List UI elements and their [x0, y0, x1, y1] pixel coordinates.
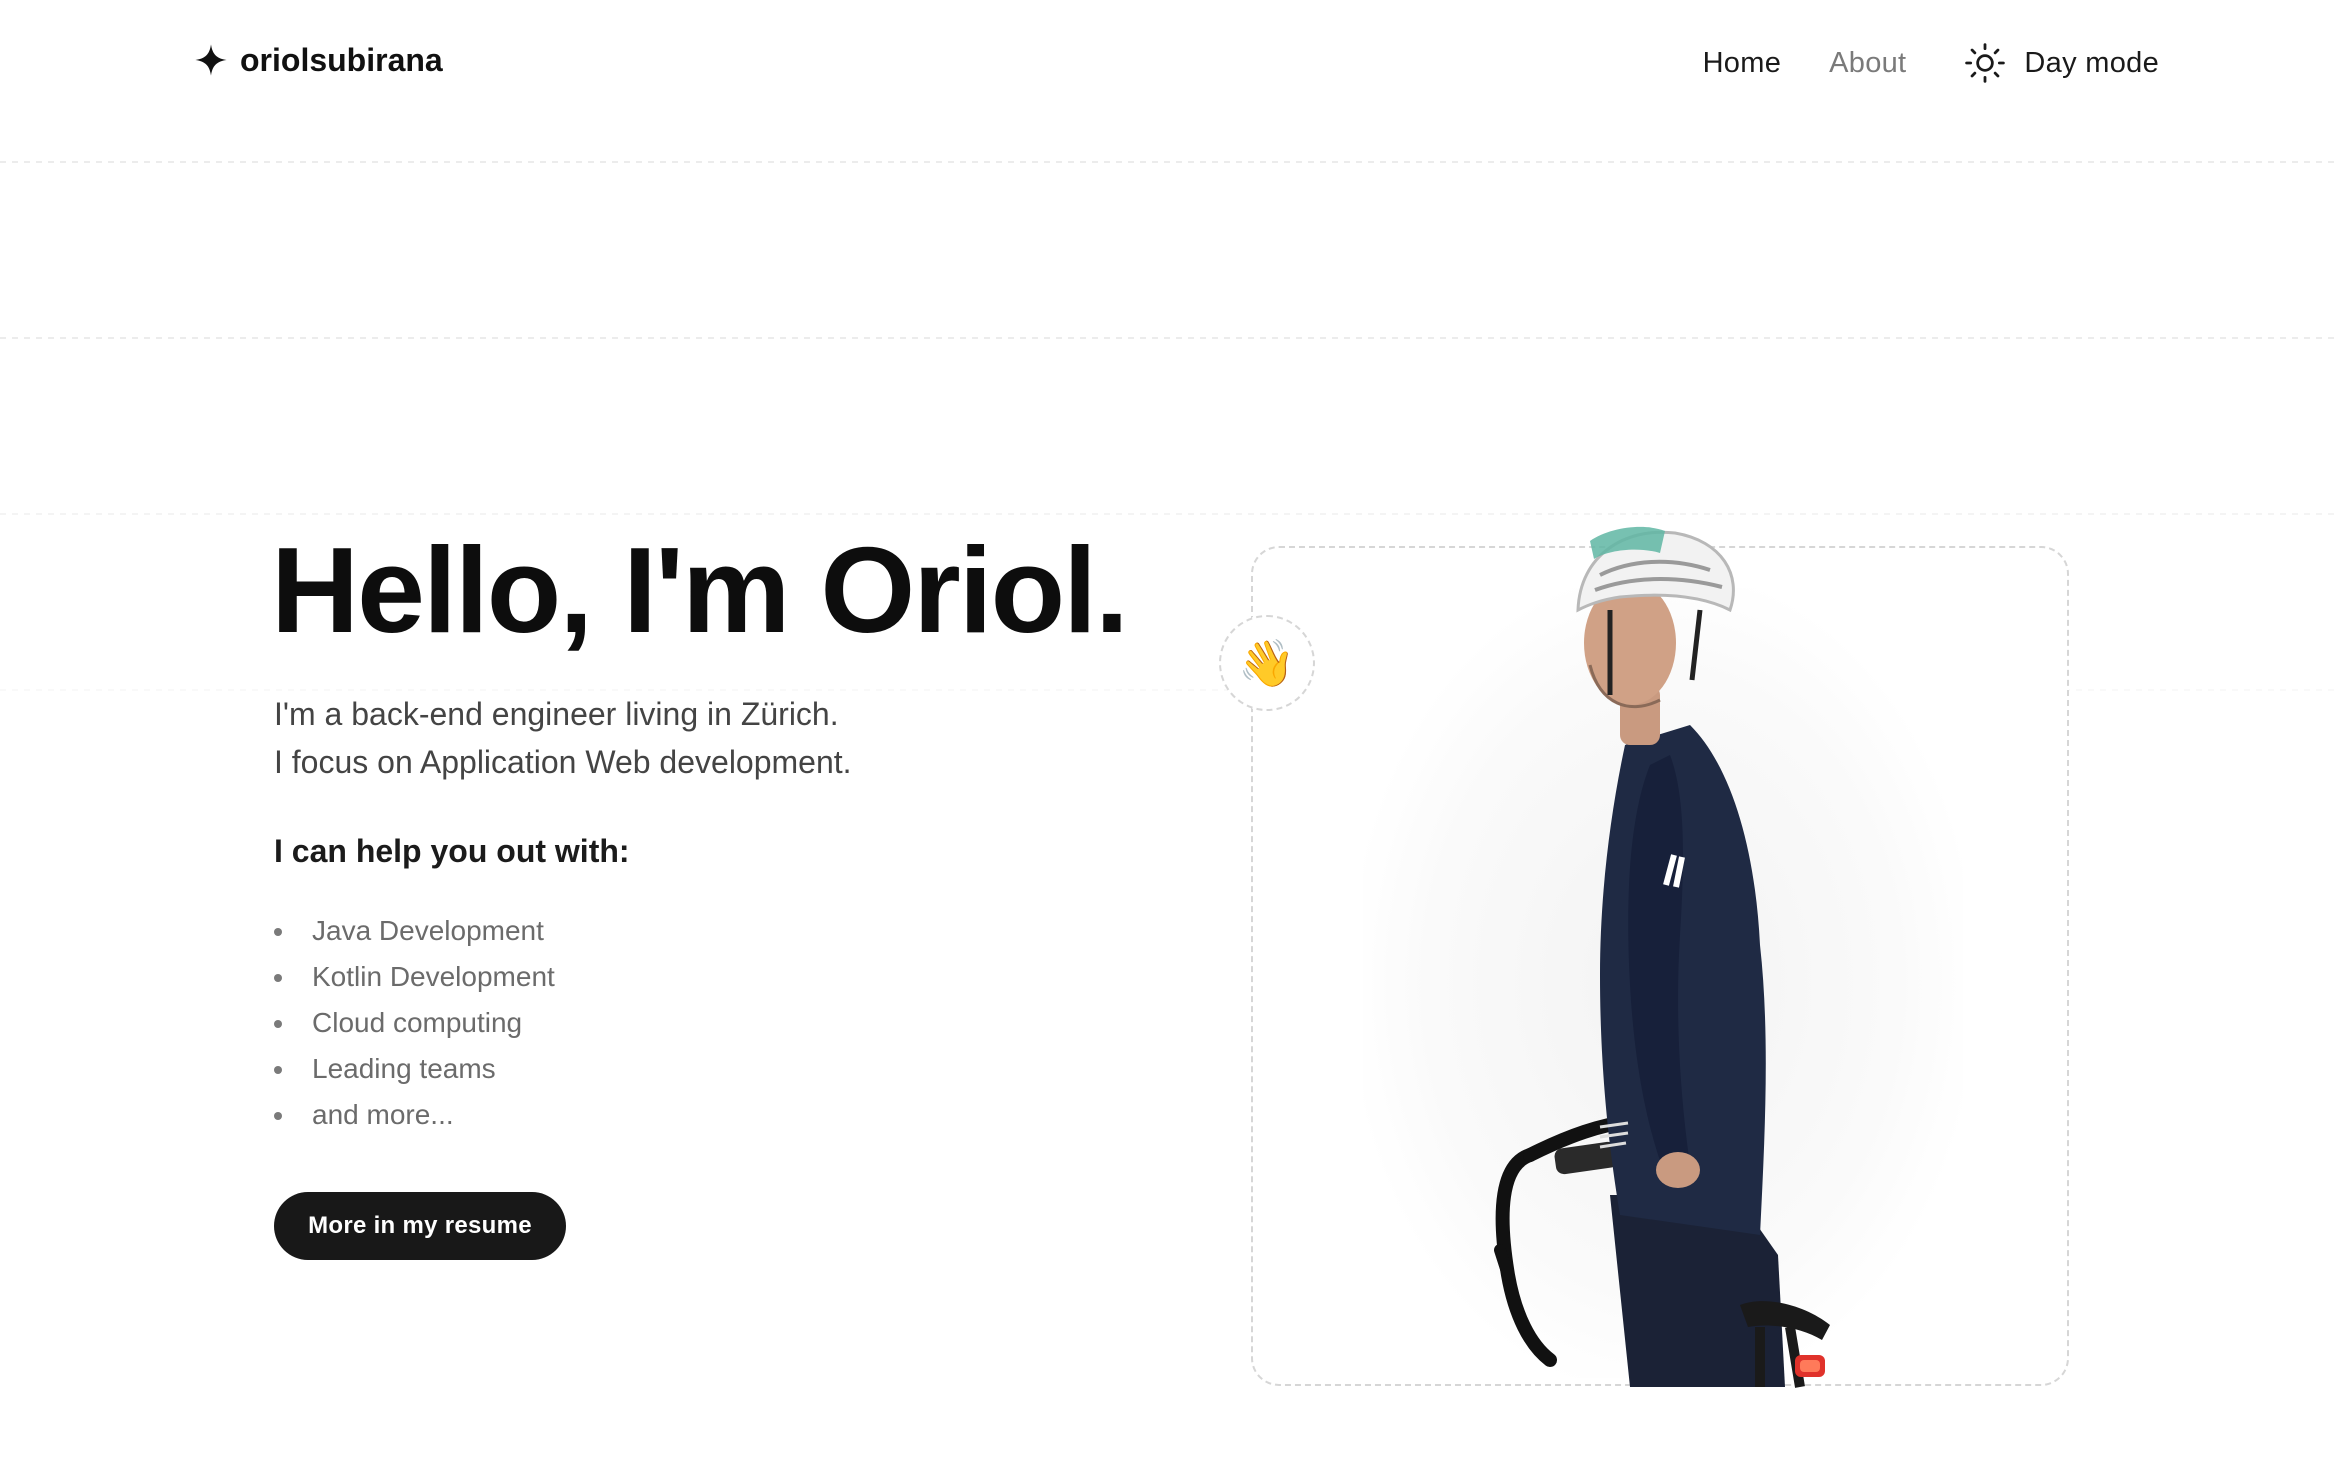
nav-about-link[interactable]: About [1829, 47, 1906, 80]
intro-line-1: I'm a back-end engineer living in Zürich… [274, 696, 839, 732]
logo-text: oriolsubirana [240, 41, 443, 78]
skill-item: Kotlin Development [274, 954, 555, 1000]
intro-text: I'm a back-end engineer living in Zürich… [274, 690, 852, 786]
skill-item: Leading teams [274, 1046, 555, 1092]
help-heading: I can help you out with: [274, 833, 630, 869]
sun-icon [1965, 43, 2006, 83]
nav-home-link[interactable]: Home [1703, 47, 1782, 80]
main-nav: Home About Day mode [1655, 40, 2159, 86]
site-logo[interactable]: oriolsubirana [194, 40, 443, 80]
day-mode-toggle[interactable]: Day mode [1964, 42, 2159, 84]
cyclist-portrait [1494, 526, 1830, 1388]
intro-line-2: I focus on Application Web development. [274, 744, 852, 780]
sparkle-icon [195, 44, 227, 76]
day-mode-label: Day mode [2024, 46, 2159, 79]
skill-item: Cloud computing [274, 1000, 555, 1046]
skill-item: and more... [274, 1092, 555, 1138]
skills-list: Java Development Kotlin Development Clou… [274, 908, 555, 1138]
resume-button[interactable]: More in my resume [274, 1192, 566, 1260]
hero-title: Hello, I'm Oriol. [271, 522, 1129, 658]
skill-item: Java Development [274, 908, 555, 954]
waving-hand-icon: 👋 [1238, 635, 1296, 690]
wave-badge: 👋 [1219, 615, 1315, 711]
